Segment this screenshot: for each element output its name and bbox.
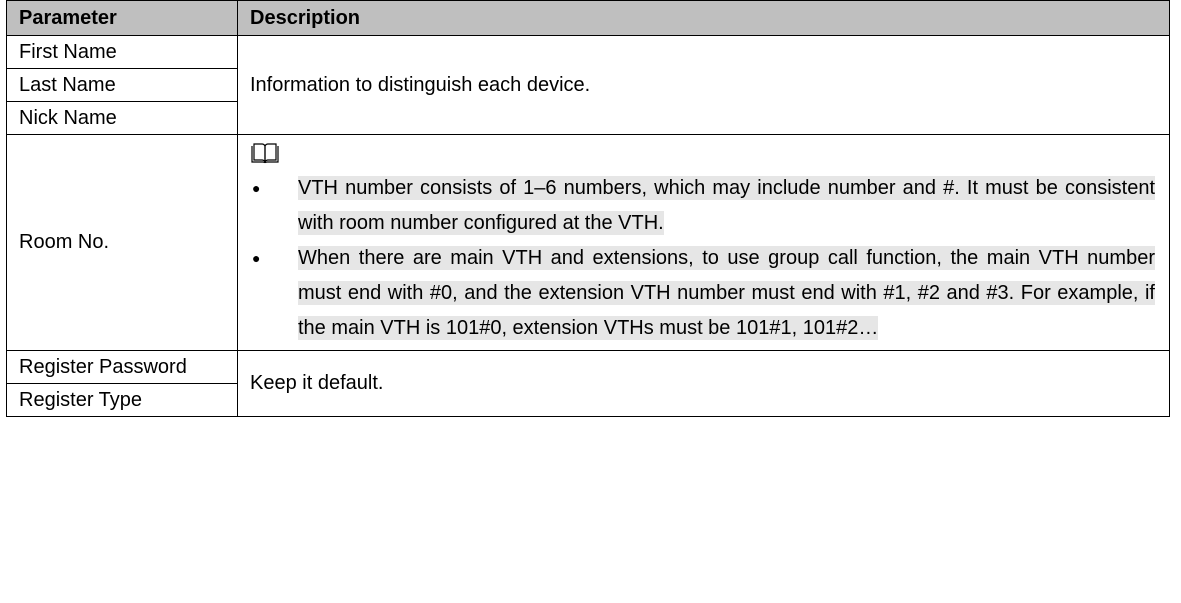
header-description: Description (237, 0, 1170, 36)
table-row: Room No. VTH number consists of 1–6 numb… (6, 134, 1170, 351)
param-room-no: Room No. (6, 134, 238, 351)
room-notes-list: VTH number consists of 1–6 numbers, whic… (250, 171, 1169, 346)
header-parameter: Parameter (6, 0, 238, 36)
param-last-name: Last Name (6, 68, 238, 102)
param-first-name: First Name (6, 35, 238, 69)
table-header-row: Parameter Description (6, 0, 1170, 36)
desc-register: Keep it default. (237, 350, 1170, 417)
list-item: VTH number consists of 1–6 numbers, whic… (250, 171, 1169, 241)
table-row: Register Password Keep it default. (6, 350, 1170, 417)
desc-names: Information to distinguish each device. (237, 35, 1170, 135)
desc-room-no: VTH number consists of 1–6 numbers, whic… (237, 134, 1170, 351)
param-register-type: Register Type (6, 383, 238, 417)
list-item: When there are main VTH and extensions, … (250, 241, 1169, 346)
param-register-password: Register Password (6, 350, 238, 384)
param-nick-name: Nick Name (6, 101, 238, 135)
book-note-icon (251, 143, 279, 164)
parameter-table: Parameter Description First Name Informa… (6, 0, 1170, 417)
table-row: First Name Information to distinguish ea… (6, 35, 1170, 135)
